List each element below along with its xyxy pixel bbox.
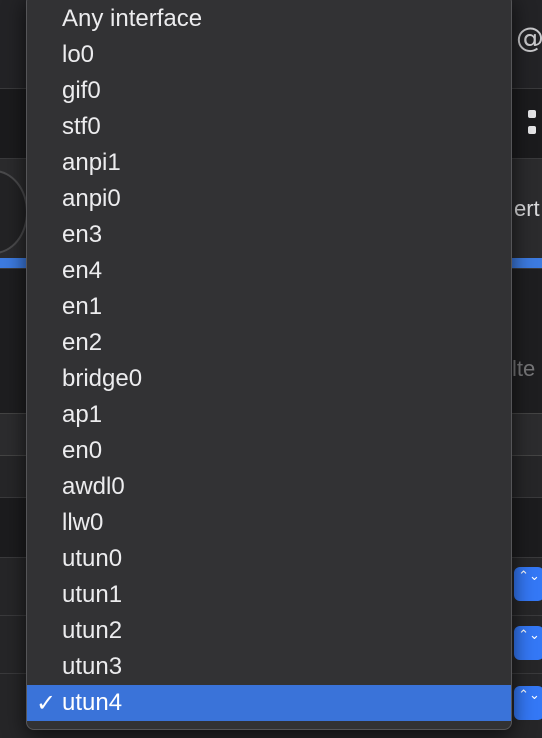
menu-item-en2[interactable]: en2 [27, 325, 511, 361]
popup-stepper-button[interactable]: ⌃⌄ [514, 686, 542, 720]
menu-item-lo0[interactable]: lo0 [27, 37, 511, 73]
menu-item-label: utun1 [62, 581, 123, 608]
at-sign-icon[interactable]: @ [516, 22, 542, 54]
menu-item-en4[interactable]: en4 [27, 253, 511, 289]
menu-item-en0[interactable]: en0 [27, 433, 511, 469]
menu-item-ap1[interactable]: ap1 [27, 397, 511, 433]
partial-label: ert [514, 196, 540, 221]
menu-item-label: utun2 [62, 617, 123, 644]
menu-item-label: en2 [62, 329, 103, 356]
menu-item-utun0[interactable]: utun0 [27, 541, 511, 577]
menu-item-utun2[interactable]: utun2 [27, 613, 511, 649]
popup-stepper-button[interactable]: ⌃⌄ [514, 567, 542, 601]
menu-item-label: utun4 [62, 689, 123, 716]
menu-item-en1[interactable]: en1 [27, 289, 511, 325]
grid-icon[interactable] [528, 108, 542, 138]
menu-item-label: bridge0 [62, 365, 143, 392]
menu-item-label: stf0 [62, 113, 101, 140]
menu-item-label: en1 [62, 293, 103, 320]
filter-field-placeholder[interactable]: lte [512, 356, 535, 382]
interface-menu-list: Any interface lo0 gif0 stf0 anpi1 anpi0 en3 en4… [27, 1, 511, 721]
menu-item-awdl0[interactable]: awdl0 [27, 469, 511, 505]
menu-item-label: anpi1 [62, 149, 121, 176]
menu-item-utun4[interactable]: ✓ utun4 [27, 685, 511, 721]
menu-item-llw0[interactable]: llw0 [27, 505, 511, 541]
checkmark-icon: ✓ [35, 689, 57, 717]
menu-item-label: awdl0 [62, 473, 125, 500]
menu-item-bridge0[interactable]: bridge0 [27, 361, 511, 397]
menu-item-utun3[interactable]: utun3 [27, 649, 511, 685]
menu-item-label: Any interface [62, 5, 203, 32]
menu-item-label: en3 [62, 221, 103, 248]
menu-item-anpi1[interactable]: anpi1 [27, 145, 511, 181]
menu-item-label: anpi0 [62, 185, 121, 212]
app-screen: @ ert lte ⌃⌄ ⌃⌄ ⌃⌄ Any interface lo0 gif0 s… [0, 0, 542, 738]
menu-item-utun1[interactable]: utun1 [27, 577, 511, 613]
interface-popup-menu: Any interface lo0 gif0 stf0 anpi1 anpi0 en3 en4… [26, 0, 512, 730]
menu-item-label: gif0 [62, 77, 101, 104]
menu-item-label: lo0 [62, 41, 95, 68]
menu-item-gif0[interactable]: gif0 [27, 73, 511, 109]
menu-item-anpi0[interactable]: anpi0 [27, 181, 511, 217]
popup-stepper-button[interactable]: ⌃⌄ [514, 626, 542, 660]
menu-item-label: en0 [62, 437, 103, 464]
menu-item-label: en4 [62, 257, 103, 284]
menu-item-label: ap1 [62, 401, 103, 428]
menu-item-stf0[interactable]: stf0 [27, 109, 511, 145]
menu-item-label: llw0 [62, 509, 104, 536]
menu-item-en3[interactable]: en3 [27, 217, 511, 253]
menu-item-any-interface[interactable]: Any interface [27, 1, 511, 37]
menu-item-label: utun0 [62, 545, 123, 572]
menu-item-label: utun3 [62, 653, 123, 680]
